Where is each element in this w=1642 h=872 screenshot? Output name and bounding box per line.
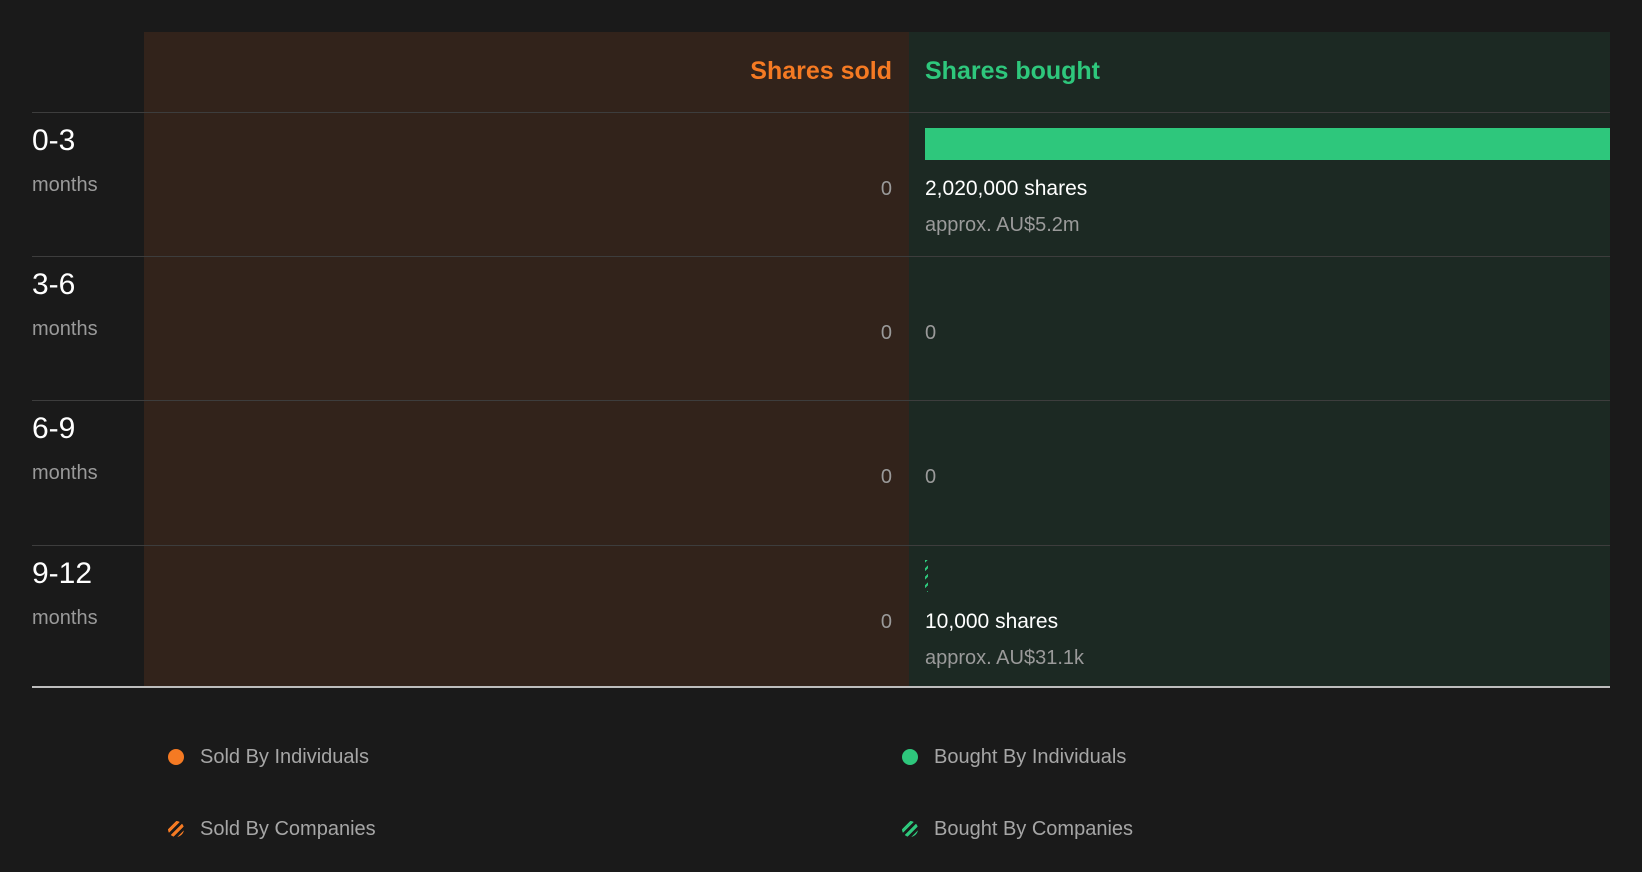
- row-range-label: 6-9: [32, 412, 76, 445]
- hatched-orange-dot-icon: [168, 821, 184, 837]
- legend-label: Sold By Individuals: [200, 746, 369, 768]
- orange-dot-icon: [168, 749, 184, 765]
- row-range-label: 0-3: [32, 124, 76, 157]
- bought-approx-value: approx. AU$5.2m: [925, 214, 1080, 236]
- legend-bought-companies: Bought By Companies: [902, 816, 1133, 842]
- bought-value: 0: [925, 466, 937, 488]
- bought-bar-companies: [925, 560, 928, 592]
- shares-bought-header: Shares bought: [925, 57, 1101, 85]
- sold-value: 0: [880, 466, 892, 488]
- green-dot-icon: [902, 749, 918, 765]
- bought-bar-individuals: [925, 128, 1610, 160]
- sold-value: 0: [880, 611, 892, 633]
- shares-sold-header: Shares sold: [750, 57, 892, 85]
- row-range-label: 3-6: [32, 268, 76, 301]
- row-unit-label: months: [32, 318, 98, 340]
- hatched-green-dot-icon: [902, 821, 918, 837]
- legend-sold-companies: Sold By Companies: [168, 816, 376, 842]
- legend-bought-individuals: Bought By Individuals: [902, 744, 1126, 770]
- sold-value: 0: [880, 178, 892, 200]
- bought-shares-label: 2,020,000 shares: [925, 177, 1088, 200]
- legend-label: Bought By Companies: [934, 818, 1134, 840]
- row-unit-label: months: [32, 174, 98, 196]
- sold-value: 0: [880, 322, 892, 344]
- legend-sold-individuals: Sold By Individuals: [168, 744, 369, 770]
- legend-label: Bought By Individuals: [934, 746, 1127, 768]
- row-divider: [32, 256, 1610, 257]
- row-divider: [32, 545, 1610, 546]
- shares-sold-column: [144, 32, 909, 687]
- bought-approx-value: approx. AU$31.1k: [925, 647, 1084, 669]
- row-unit-label: months: [32, 607, 98, 629]
- row-range-label: 9-12: [32, 557, 93, 590]
- row-divider: [32, 112, 1610, 113]
- legend-label: Sold By Companies: [200, 818, 376, 840]
- chart-baseline: [32, 686, 1610, 688]
- row-unit-label: months: [32, 462, 98, 484]
- bought-value: 0: [925, 322, 937, 344]
- row-divider: [32, 400, 1610, 401]
- bought-shares-label: 10,000 shares: [925, 610, 1059, 633]
